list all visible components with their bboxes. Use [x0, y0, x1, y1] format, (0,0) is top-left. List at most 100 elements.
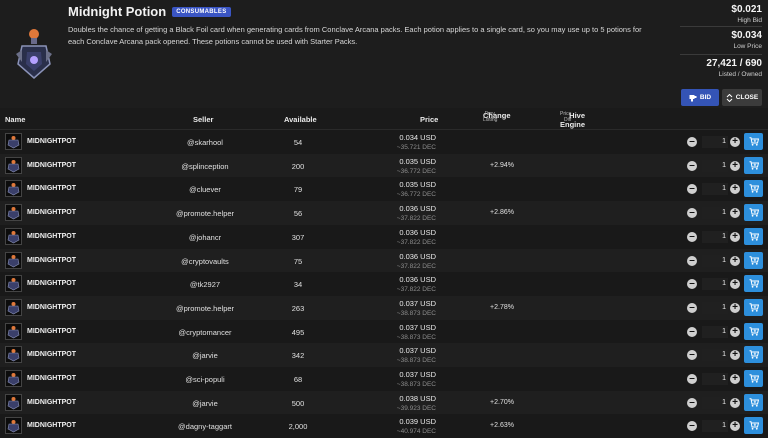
quantity-input[interactable]: 1	[702, 373, 728, 385]
cart-plus-icon	[749, 184, 759, 194]
seller-name[interactable]: @cluever	[175, 185, 235, 194]
quantity-input[interactable]: 1	[702, 207, 728, 220]
available-count: 500	[291, 398, 305, 408]
seller-name[interactable]: @johancr	[175, 233, 235, 242]
increase-quantity-button[interactable]: +	[730, 397, 740, 408]
add-to-cart-button[interactable]	[744, 322, 763, 340]
decrease-quantity-button[interactable]: –	[687, 137, 697, 147]
close-button[interactable]: CLOSE	[722, 89, 762, 106]
seller-name[interactable]: @tk2927	[175, 280, 235, 289]
listed-owned-value: 27,421 / 690	[706, 58, 762, 69]
seller-name[interactable]: @promote.helper	[175, 209, 235, 218]
price-change: +2.70%	[490, 398, 514, 406]
header-available: Available	[284, 115, 317, 124]
quantity-input[interactable]: 1	[702, 349, 728, 362]
decrease-quantity-button[interactable]: –	[687, 421, 697, 432]
card-name: MIDNIGHTPOT	[27, 303, 76, 311]
price-dec: ~40.974 DEC	[396, 428, 436, 436]
quantity-input[interactable]: 1	[702, 159, 728, 172]
bid-button[interactable]: BID	[681, 89, 719, 106]
cart-plus-icon	[749, 397, 759, 407]
decrease-quantity-button[interactable]: –	[687, 231, 697, 242]
increase-quantity-button[interactable]: +	[730, 255, 740, 266]
increase-quantity-button[interactable]: +	[730, 184, 740, 195]
seller-name[interactable]: @cryptovaults	[175, 257, 235, 266]
price-dec: ~39.923 DEC	[396, 404, 436, 412]
increase-quantity-button[interactable]: +	[730, 350, 740, 361]
increase-quantity-button[interactable]: +	[730, 279, 740, 290]
increase-quantity-button[interactable]: +	[730, 374, 740, 384]
price-cell: 0.037 USD ~38.873 DEC	[397, 346, 436, 364]
add-to-cart-button[interactable]	[744, 227, 763, 245]
seller-name[interactable]: @promote.helper	[175, 304, 235, 313]
seller-name[interactable]: @skarhool	[175, 138, 235, 147]
price-cell: 0.035 USD ~36.772 DEC	[397, 180, 436, 198]
decrease-quantity-button[interactable]: –	[687, 397, 697, 408]
increase-quantity-button[interactable]: +	[730, 137, 740, 147]
cart-plus-icon	[749, 208, 759, 217]
add-to-cart-button[interactable]	[744, 204, 763, 222]
quantity-input[interactable]: 1	[702, 230, 728, 243]
quantity-input[interactable]: 1	[702, 254, 728, 267]
product-title-row: Midnight Potion CONSUMABLES	[68, 4, 231, 19]
card-name: MIDNIGHTPOT	[27, 398, 76, 406]
decrease-quantity-button[interactable]: –	[687, 350, 697, 361]
high-bid-stat: $0.021 High Bid	[672, 4, 762, 24]
seller-name[interactable]: @cryptomancer	[175, 328, 235, 337]
add-to-cart-button[interactable]	[744, 417, 763, 435]
increase-quantity-button[interactable]: +	[730, 160, 740, 171]
decrease-quantity-button[interactable]: –	[687, 160, 697, 171]
decrease-quantity-button[interactable]: –	[687, 374, 697, 384]
decrease-quantity-button[interactable]: –	[687, 255, 697, 266]
add-to-cart-button[interactable]	[744, 275, 763, 293]
decrease-quantity-button[interactable]: –	[687, 326, 697, 337]
table-header: Name Seller Available Price Change Prev.…	[0, 108, 768, 130]
increase-quantity-button[interactable]: +	[730, 326, 740, 337]
decrease-quantity-button[interactable]: –	[687, 208, 697, 219]
seller-name[interactable]: @splinception	[175, 162, 235, 171]
quantity-input[interactable]: 1	[702, 325, 728, 338]
add-to-cart-button[interactable]	[744, 156, 763, 174]
listed-owned-label: Listed / Owned	[718, 71, 762, 78]
price-change: +2.94%	[490, 161, 514, 169]
add-to-cart-button[interactable]	[744, 346, 763, 364]
decrease-quantity-button[interactable]: –	[687, 279, 697, 290]
increase-quantity-button[interactable]: +	[730, 208, 740, 219]
price-cell: 0.037 USD ~38.873 DEC	[397, 370, 436, 388]
stat-divider	[680, 54, 762, 55]
decrease-quantity-button[interactable]: –	[687, 184, 697, 195]
price-usd: 0.037 USD	[399, 298, 436, 308]
add-to-cart-button[interactable]	[744, 298, 763, 316]
header-seller: Seller	[193, 115, 214, 124]
quantity-input[interactable]: 1	[702, 278, 728, 291]
quantity-input[interactable]: 1	[702, 396, 728, 409]
quantity-input[interactable]: 1	[702, 183, 728, 196]
add-to-cart-button[interactable]	[744, 133, 763, 150]
decrease-quantity-button[interactable]: –	[687, 302, 697, 313]
seller-name[interactable]: @jarvie	[175, 399, 235, 408]
quantity-input[interactable]: 1	[702, 301, 728, 314]
midnight-potion-icon	[16, 29, 52, 79]
add-to-cart-button[interactable]	[744, 251, 763, 269]
quantity-input[interactable]: 1	[702, 136, 728, 148]
product-description: Doubles the chance of getting a Black Fo…	[68, 25, 642, 46]
add-to-cart-button[interactable]	[744, 393, 763, 411]
table-row: MIDNIGHTPOT @cluever 79 0.035 USD ~36.77…	[0, 177, 768, 202]
card-name: MIDNIGHTPOT	[27, 232, 76, 240]
price-cell: 0.036 USD ~37.822 DEC	[397, 228, 436, 246]
increase-quantity-button[interactable]: +	[730, 231, 740, 242]
seller-name[interactable]: @sci-populi	[175, 375, 235, 384]
cart-plus-icon	[749, 326, 759, 336]
price-usd: 0.035 USD	[399, 156, 436, 166]
price-usd: 0.037 USD	[399, 322, 436, 332]
add-to-cart-button[interactable]	[744, 180, 763, 198]
add-to-cart-button[interactable]	[744, 370, 763, 387]
stat-divider	[680, 26, 762, 27]
available-count: 75	[293, 256, 303, 266]
header-price: Price	[420, 115, 439, 124]
increase-quantity-button[interactable]: +	[730, 421, 740, 432]
seller-name[interactable]: @jarvie	[175, 351, 235, 360]
increase-quantity-button[interactable]: +	[730, 302, 740, 313]
card-name: MIDNIGHTPOT	[27, 280, 76, 288]
seller-name[interactable]: @dagny-taggart	[175, 422, 235, 431]
